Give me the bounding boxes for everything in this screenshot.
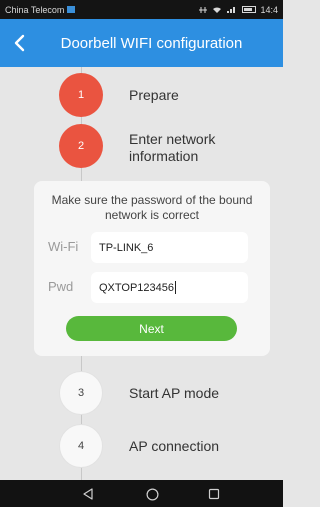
- system-nav-bar: [0, 480, 283, 507]
- square-recents-icon: [208, 488, 220, 500]
- nav-back-button[interactable]: [80, 486, 96, 502]
- wifi-icon: [213, 6, 222, 13]
- text-caret: [175, 281, 177, 294]
- step-label-line: information: [129, 148, 199, 164]
- back-button[interactable]: [5, 27, 33, 59]
- wifi-ssid-field[interactable]: TP-LINK_6: [91, 232, 248, 263]
- password-value: QXTOP123456: [99, 281, 175, 294]
- step-label: Prepare: [129, 87, 179, 103]
- triangle-back-icon: [83, 488, 93, 500]
- step-number-badge: 1: [59, 73, 103, 117]
- step-label-line: Enter network: [129, 131, 216, 147]
- step-label: Enter network information: [129, 131, 215, 165]
- app-bar: Doorbell WIFI configuration: [0, 19, 283, 67]
- nav-home-button[interactable]: [144, 486, 160, 502]
- page-title: Doorbell WIFI configuration: [60, 34, 243, 52]
- password-label: Pwd: [48, 279, 74, 294]
- wifi-ssid-value: TP-LINK_6: [99, 241, 154, 254]
- password-field[interactable]: QXTOP123456: [91, 272, 248, 303]
- step-number-badge: 2: [59, 124, 103, 168]
- carrier-name: China Telecom: [5, 4, 65, 15]
- status-bar: China Telecom 14:4: [0, 0, 283, 19]
- password-notice: Make sure the password of the bound netw…: [51, 193, 253, 222]
- chevron-left-icon: [14, 34, 25, 52]
- nav-recents-button[interactable]: [206, 486, 222, 502]
- vibrate-icon: [199, 6, 208, 13]
- clock: 14:4: [260, 4, 278, 15]
- step-number-badge: 4: [59, 424, 103, 468]
- next-button[interactable]: Next: [66, 316, 237, 341]
- wifi-label: Wi-Fi: [48, 239, 79, 254]
- status-icons: 14:4: [198, 5, 278, 15]
- battery-icon: [242, 6, 257, 13]
- signal-icon: [227, 6, 236, 13]
- sim-icon: [67, 6, 76, 13]
- step-label: Start AP mode: [129, 385, 220, 401]
- step-label: AP connection: [129, 438, 220, 454]
- network-info-card: Make sure the password of the bound netw…: [34, 181, 270, 356]
- carrier-group: China Telecom: [5, 4, 76, 15]
- circle-home-icon: [145, 487, 159, 501]
- step-number-badge: 3: [59, 371, 103, 415]
